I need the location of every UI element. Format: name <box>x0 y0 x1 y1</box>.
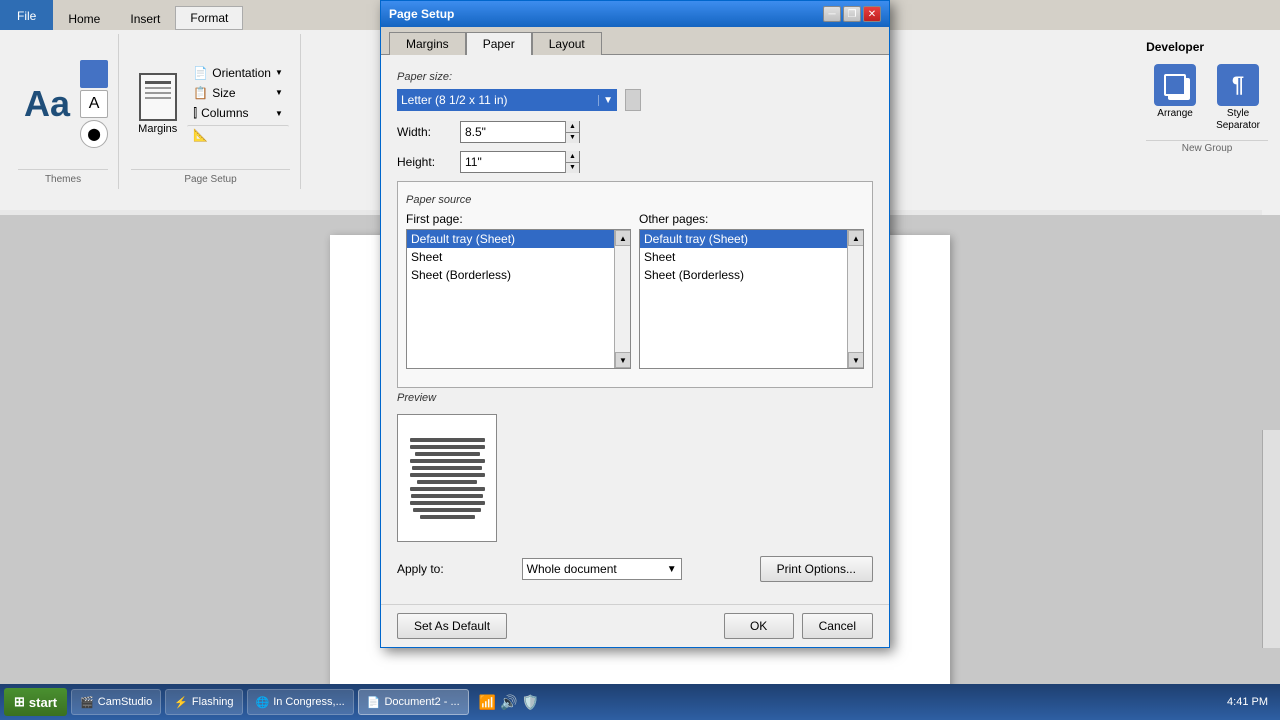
other-pages-label: Other pages: <box>639 212 864 226</box>
first-page-label: First page: <box>406 212 631 226</box>
other-pages-box: Other pages: Default tray (Sheet) Sheet … <box>639 212 864 369</box>
other-pages-scrollbar[interactable]: ▲ ▼ <box>847 230 863 368</box>
other-page-item-0[interactable]: Default tray (Sheet) <box>640 230 863 248</box>
first-page-item-0[interactable]: Default tray (Sheet) <box>407 230 630 248</box>
other-pages-scroll-down[interactable]: ▼ <box>848 352 864 368</box>
first-page-scroll-up[interactable]: ▲ <box>615 230 631 246</box>
height-input[interactable] <box>461 154 565 170</box>
preview-line-4 <box>410 459 485 463</box>
first-page-list[interactable]: Default tray (Sheet) Sheet Sheet (Border… <box>406 229 631 369</box>
width-spinner-up[interactable]: ▲ <box>566 121 579 133</box>
dialog-body: Paper size: Letter (8 1/2 x 11 in) ▼ Wid… <box>381 54 889 604</box>
dialog-titlebar-controls: ─ ❐ ✕ <box>823 6 881 22</box>
preview-line-3 <box>415 452 480 456</box>
preview-page <box>397 414 497 542</box>
apply-to-dropdown[interactable]: Whole document ▼ <box>522 558 682 580</box>
paper-size-arrow: ▼ <box>598 95 613 106</box>
scroll-thumb-small <box>626 90 640 110</box>
print-options-button[interactable]: Print Options... <box>760 556 873 582</box>
dialog-title: Page Setup <box>389 7 454 21</box>
other-pages-scroll-thumb <box>848 246 863 352</box>
dialog-minimize-button[interactable]: ─ <box>823 6 841 22</box>
first-page-box: First page: Default tray (Sheet) Sheet S… <box>406 212 631 369</box>
dialog-ok-cancel: OK Cancel <box>724 613 873 639</box>
height-spinner: ▲ ▼ <box>565 151 579 173</box>
paper-size-section-label: Paper size: <box>397 71 873 83</box>
preview-section: Preview <box>397 392 873 546</box>
preview-line-9 <box>411 494 483 498</box>
paper-size-row: Letter (8 1/2 x 11 in) ▼ <box>397 89 873 111</box>
first-page-scroll-down[interactable]: ▼ <box>615 352 631 368</box>
width-spinner: ▲ ▼ <box>565 121 579 143</box>
dialog-overlay: Page Setup ─ ❐ ✕ Margins Paper Layout Pa… <box>0 0 1280 720</box>
preview-line-2 <box>410 445 485 449</box>
ok-button[interactable]: OK <box>724 613 794 639</box>
other-pages-scroll-up[interactable]: ▲ <box>848 230 864 246</box>
width-label: Width: <box>397 125 452 139</box>
tab-margins[interactable]: Margins <box>389 32 466 55</box>
first-page-item-2[interactable]: Sheet (Borderless) <box>407 266 630 284</box>
width-spinner-down[interactable]: ▼ <box>566 133 579 144</box>
preview-line-12 <box>420 515 475 519</box>
preview-line-5 <box>412 466 482 470</box>
preview-label: Preview <box>397 392 873 404</box>
preview-line-7 <box>417 480 477 484</box>
paper-size-scroll[interactable] <box>625 89 641 111</box>
apply-to-row: Apply to: Whole document ▼ Print Options… <box>397 556 873 582</box>
cancel-button[interactable]: Cancel <box>802 613 873 639</box>
source-container: First page: Default tray (Sheet) Sheet S… <box>406 212 864 369</box>
width-input-container: ▲ ▼ <box>460 121 580 143</box>
preview-line-6 <box>410 473 485 477</box>
other-page-item-1[interactable]: Sheet <box>640 248 863 266</box>
paper-source-section: Paper source First page: Default tray (S… <box>397 181 873 388</box>
dialog-tabs: Margins Paper Layout <box>381 27 889 54</box>
dialog-titlebar: Page Setup ─ ❐ ✕ <box>381 1 889 27</box>
preview-line-1 <box>410 438 485 442</box>
first-page-item-1[interactable]: Sheet <box>407 248 630 266</box>
width-row: Width: ▲ ▼ <box>397 121 873 143</box>
apply-to-arrow: ▼ <box>667 564 677 575</box>
dialog-buttons: Set As Default OK Cancel <box>381 604 889 647</box>
page-setup-dialog: Page Setup ─ ❐ ✕ Margins Paper Layout Pa… <box>380 0 890 648</box>
width-input[interactable] <box>461 124 565 140</box>
other-page-item-2[interactable]: Sheet (Borderless) <box>640 266 863 284</box>
preview-line-11 <box>413 508 481 512</box>
dialog-close-button[interactable]: ✕ <box>863 6 881 22</box>
preview-line-8 <box>410 487 485 491</box>
height-spinner-up[interactable]: ▲ <box>566 151 579 163</box>
tab-paper[interactable]: Paper <box>466 32 532 55</box>
first-page-scrollbar[interactable]: ▲ ▼ <box>614 230 630 368</box>
paper-source-label: Paper source <box>406 194 864 206</box>
preview-area <box>397 410 873 546</box>
dialog-restore-button[interactable]: ❐ <box>843 6 861 22</box>
other-pages-list[interactable]: Default tray (Sheet) Sheet Sheet (Border… <box>639 229 864 369</box>
height-row: Height: ▲ ▼ <box>397 151 873 173</box>
height-input-container: ▲ ▼ <box>460 151 580 173</box>
first-page-scroll-thumb <box>615 246 630 352</box>
apply-to-label: Apply to: <box>397 562 444 576</box>
tab-layout[interactable]: Layout <box>532 32 602 55</box>
set-default-button[interactable]: Set As Default <box>397 613 507 639</box>
height-spinner-down[interactable]: ▼ <box>566 163 579 174</box>
height-label: Height: <box>397 155 452 169</box>
preview-line-10 <box>410 501 485 505</box>
paper-size-dropdown[interactable]: Letter (8 1/2 x 11 in) ▼ <box>397 89 617 111</box>
